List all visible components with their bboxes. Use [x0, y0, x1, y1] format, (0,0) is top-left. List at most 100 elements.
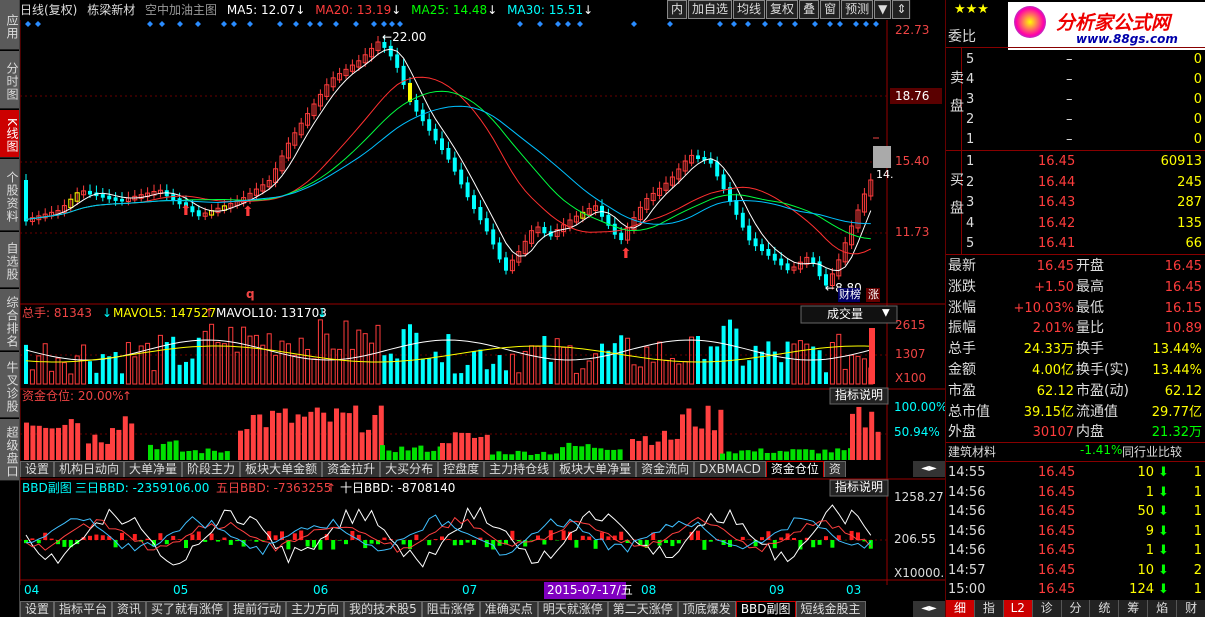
- panel-tab[interactable]: 指: [975, 600, 1004, 617]
- tab-dxbmacd[interactable]: DXBMACD: [694, 461, 766, 477]
- buy-row[interactable]: 5 16.41 66: [946, 234, 1205, 254]
- tab-top-bottom[interactable]: 顶底爆发: [677, 601, 736, 617]
- compare-link[interactable]: 同行业比较: [1122, 443, 1182, 460]
- tab-bbd[interactable]: BBD副图: [735, 601, 796, 617]
- bbd-bar: [369, 540, 374, 544]
- sell-row[interactable]: 1 – 0: [946, 130, 1205, 150]
- right-arrow-icon[interactable]: ►: [929, 603, 937, 614]
- nav-diagnose[interactable]: 牛叉诊股: [0, 352, 19, 418]
- tab-sector-amount[interactable]: 板块大单金额: [240, 461, 323, 477]
- tab-institution[interactable]: 机构日动向: [54, 461, 125, 477]
- adjust-button[interactable]: 复权: [766, 0, 799, 19]
- buy-row[interactable]: 3 16.43 287: [946, 193, 1205, 213]
- tab-block-limit[interactable]: 阻击涨停: [421, 601, 480, 617]
- panel-tab[interactable]: 诊: [1033, 600, 1062, 617]
- window-button[interactable]: 窗: [820, 0, 841, 19]
- volume-bar: [855, 355, 861, 385]
- tab-big-order[interactable]: 大单净量: [124, 461, 183, 477]
- limit-up-badge[interactable]: 涨: [868, 288, 879, 301]
- candle-body: [433, 128, 438, 141]
- price: –: [1066, 52, 1073, 67]
- sell-row[interactable]: 5 – 0: [946, 50, 1205, 70]
- fund-bar: [263, 427, 269, 460]
- scroll-icon[interactable]: ⇕: [892, 0, 911, 19]
- tab-buy-point[interactable]: 准确买点: [479, 601, 538, 617]
- sector-name[interactable]: 建筑材料: [948, 443, 996, 460]
- signal-diamond: [827, 21, 833, 27]
- tab-main-direction[interactable]: 主力方向: [286, 601, 345, 617]
- buy-row[interactable]: 1 16.45 60913: [946, 152, 1205, 172]
- tab-stage-main[interactable]: 阶段主力: [182, 461, 241, 477]
- buy-row[interactable]: 4 16.42 135: [946, 214, 1205, 234]
- panel-tab[interactable]: 筹: [1119, 600, 1149, 617]
- candle-body: [465, 182, 470, 198]
- chart-area[interactable]: ⬆ ⬆⬆ 22.73 18.76 15.40 11.73 ←22.00 ←8.80…: [20, 20, 945, 617]
- fund-bar: [92, 434, 98, 460]
- nav-timeline[interactable]: 分时图: [0, 51, 19, 109]
- tab-fund-raise[interactable]: 资金拉升: [322, 461, 381, 477]
- tab-my-tech[interactable]: 我的技术股5: [344, 601, 422, 617]
- add-watchlist-button[interactable]: 加自选: [688, 0, 733, 19]
- tab-platform[interactable]: 指标平台: [54, 601, 113, 617]
- tab-more[interactable]: 资: [823, 461, 846, 477]
- fund-bar: [186, 450, 192, 460]
- buy-row[interactable]: 2 16.44 245: [946, 173, 1205, 193]
- tab-control[interactable]: 控盘度: [438, 461, 485, 477]
- bbd-bar: [811, 540, 816, 548]
- candle-body: [420, 109, 425, 122]
- nav-watchlist[interactable]: 自选股: [0, 232, 19, 288]
- sell-row[interactable]: 2 – 0: [946, 110, 1205, 130]
- overlay-name[interactable]: 空中加油主图: [145, 3, 217, 17]
- tab-early-action[interactable]: 提前行动: [228, 601, 287, 617]
- tab-sector-net[interactable]: 板块大单净量: [554, 461, 637, 477]
- left-arrow-icon[interactable]: ◄: [921, 463, 929, 474]
- fund-bar: [160, 443, 166, 460]
- month-label: 09: [769, 583, 784, 597]
- tab-big-buy[interactable]: 大买分布: [380, 461, 439, 477]
- sell-row[interactable]: 4 – 0: [946, 70, 1205, 90]
- right-arrow-icon[interactable]: ►: [929, 463, 937, 474]
- signal-diamond: [317, 21, 323, 27]
- tab-fund-position[interactable]: 资金仓位: [765, 461, 824, 477]
- tab-scroll[interactable]: ◄►: [913, 601, 945, 617]
- overlay-button[interactable]: 叠: [799, 0, 820, 19]
- tab-fund-flow[interactable]: 资金流向: [636, 461, 695, 477]
- ma30-value: MA30: 15.51: [507, 3, 584, 17]
- nav-ranking[interactable]: 综合排名: [0, 289, 19, 351]
- tab-scroll[interactable]: ◄►: [913, 461, 945, 477]
- nav-stock-info[interactable]: 个股资料: [0, 159, 19, 231]
- tab-tomorrow[interactable]: 明天就涨停: [537, 601, 608, 617]
- tab-settings[interactable]: 设置: [20, 461, 55, 477]
- fund-bar: [705, 405, 711, 460]
- panel-tab[interactable]: L2: [1003, 600, 1033, 617]
- tick-count: 1: [1193, 504, 1202, 519]
- nav-super-quote[interactable]: 超级盘口: [0, 419, 19, 481]
- tab-buy-limit[interactable]: 买了就有涨停: [146, 601, 229, 617]
- panel-tab[interactable]: 分: [1062, 600, 1091, 617]
- finance-badge[interactable]: 财榜: [839, 287, 861, 301]
- dropdown-icon[interactable]: ▼: [874, 0, 892, 19]
- inner-button[interactable]: 内: [667, 0, 688, 19]
- tab-main-position[interactable]: 主力持仓线: [484, 461, 555, 477]
- left-arrow-icon[interactable]: ◄: [921, 603, 929, 614]
- fund-bar: [110, 428, 115, 460]
- fund-bar: [758, 448, 764, 460]
- tab-settings2[interactable]: 设置: [20, 601, 55, 617]
- panel-tab[interactable]: 财: [1177, 600, 1205, 617]
- nav-kline[interactable]: K线图: [0, 110, 19, 158]
- candle-body: [497, 242, 502, 260]
- stat-value: 13.44%: [1152, 363, 1202, 378]
- tab-news[interactable]: 资讯: [112, 601, 147, 617]
- panel-tab[interactable]: 焰: [1148, 600, 1178, 617]
- ma-button[interactable]: 均线: [733, 0, 766, 19]
- tab-short-gold[interactable]: 短线金股主: [795, 601, 866, 617]
- forecast-button[interactable]: 预测: [841, 0, 874, 19]
- tab-second-day[interactable]: 第二天涨停: [607, 601, 678, 617]
- panel-tab[interactable]: 统: [1090, 600, 1120, 617]
- fund-bar: [636, 440, 642, 460]
- nav-app[interactable]: 应用: [0, 0, 19, 50]
- period-label[interactable]: 日线(复权): [20, 3, 77, 17]
- panel-tab[interactable]: 细: [946, 600, 975, 617]
- sell-row[interactable]: 3 – 0: [946, 90, 1205, 110]
- fund-bar: [585, 444, 591, 460]
